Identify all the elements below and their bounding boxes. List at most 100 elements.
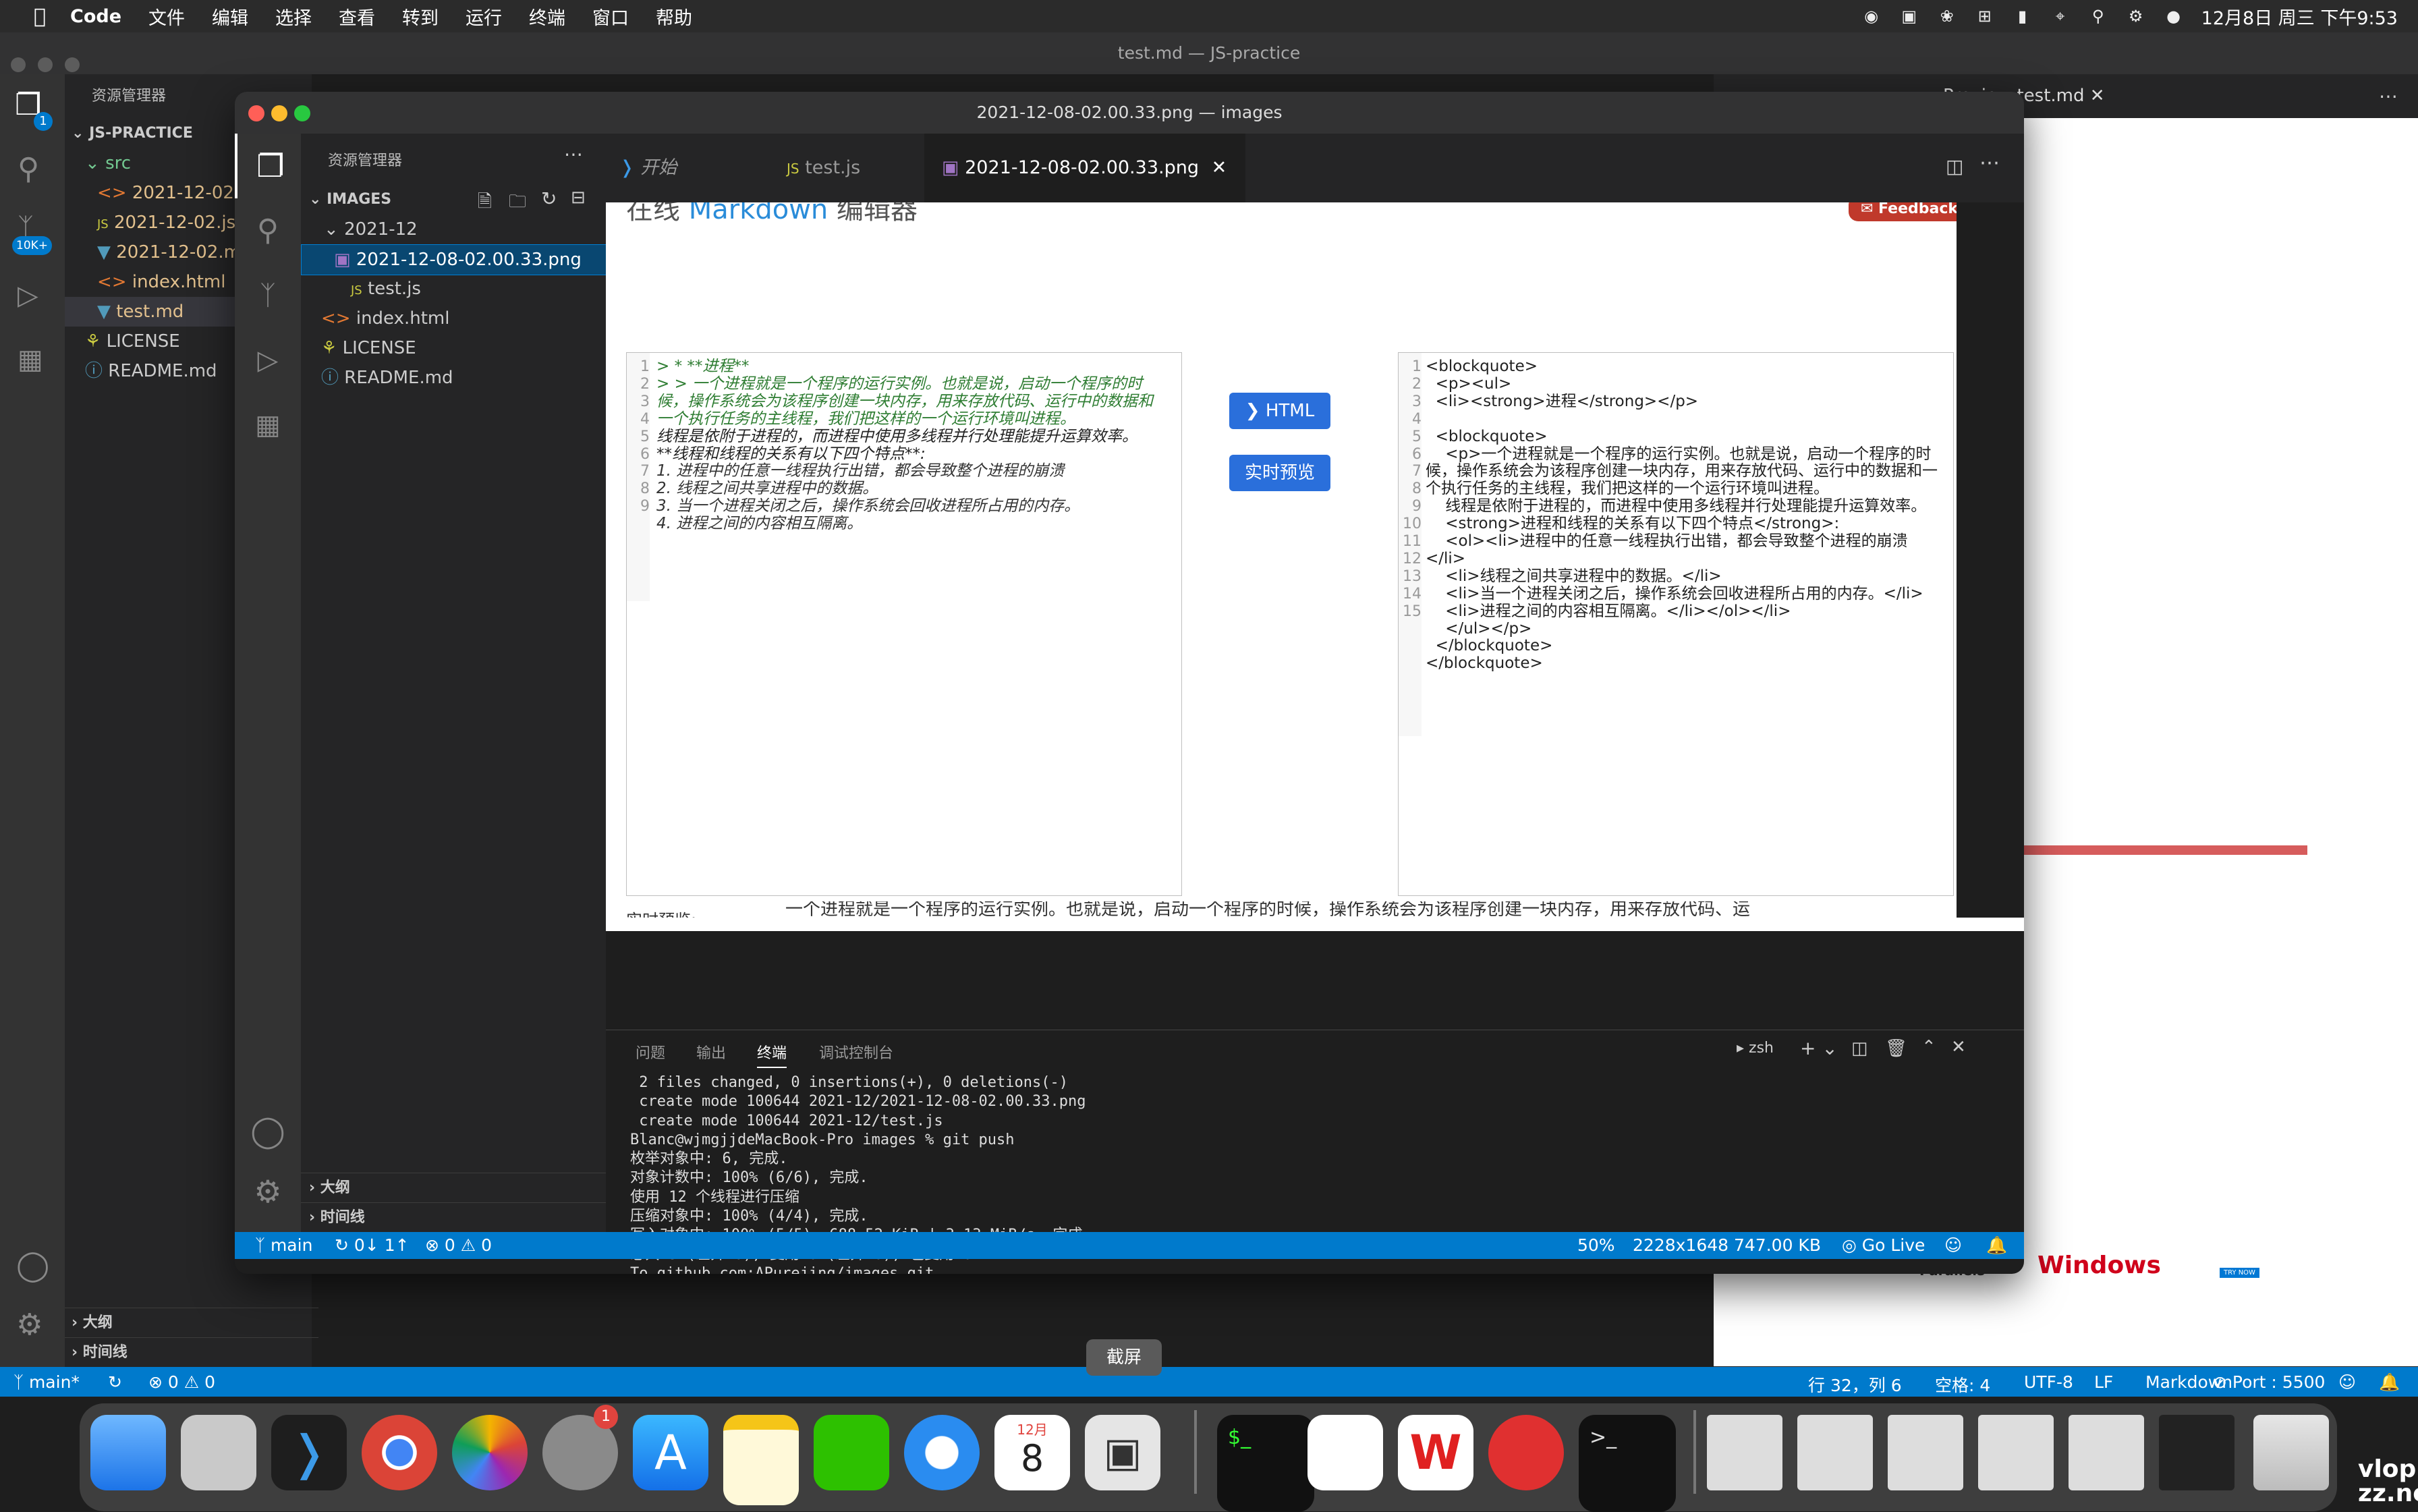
panel-tab-terminal[interactable]: 终端 [757,1041,787,1068]
account-icon[interactable]: ◯ [235,1098,301,1163]
netease-music-icon[interactable] [1488,1415,1564,1490]
screenshot-icon[interactable]: ▣ [1085,1415,1160,1490]
app-store-icon[interactable]: A [633,1415,708,1490]
wps-icon[interactable]: W [1398,1415,1473,1490]
bg-search-icon[interactable]: ⚲ [18,152,39,186]
status-bell-icon[interactable]: 🔔 [1986,1232,2007,1259]
wifi-icon[interactable]: ⌖ [2050,7,2071,26]
minimized-window-1[interactable] [1707,1415,1782,1490]
calendar-icon[interactable]: 12月 8 [994,1415,1070,1490]
bg-close-button[interactable] [11,57,26,72]
close-panel-icon[interactable]: ✕ [1951,1037,1966,1057]
bg-status-sync-icon[interactable]: ↻ [108,1372,122,1392]
tab-close-icon[interactable]: ✕ [1212,157,1227,178]
tab-test-js[interactable]: JS test.js [762,134,949,202]
status-sync[interactable]: ↻ 0↓ 1↑ [335,1232,410,1259]
editor-more-icon[interactable]: ⋯ [1979,151,2000,175]
status-branch[interactable]: ᛉ main [255,1232,312,1259]
bg-outline-section[interactable]: › 大纲 [65,1308,318,1338]
collapse-all-icon[interactable]: ⊟ [571,188,586,208]
menu-help[interactable]: 帮助 [656,3,692,30]
tab-png-active[interactable]: ▣ 2021-12-08-02.00.33.png ✕ [924,134,1245,202]
timeline-section[interactable]: › 时间线 [301,1202,614,1233]
menu-go[interactable]: 转到 [402,3,439,30]
bg-status-port[interactable]: ⊘ Port : 5500 [2213,1372,2325,1392]
baidu-netdisk-icon[interactable] [1308,1415,1383,1490]
terminal-icon[interactable]: >_ [1579,1415,1676,1512]
status-zoom[interactable]: 50% [1577,1232,1615,1259]
bg-tab-close-icon[interactable]: ✕ [2090,86,2105,106]
battery-icon[interactable]: ▮ [2013,7,2033,26]
explorer-more-icon[interactable]: ⋯ [564,143,583,165]
extensions-icon[interactable]: ▦ [235,393,301,457]
convert-html-button[interactable]: ❯ HTML [1229,393,1330,429]
menu-app-name[interactable]: Code [70,6,121,27]
minimized-window-2[interactable] [1797,1415,1873,1490]
bg-run-debug-icon[interactable]: ▷ [18,280,38,311]
bg-status-spaces[interactable]: 空格: 4 [1935,1372,1990,1397]
bg-manage-gear-icon[interactable]: ⚙ [16,1308,43,1342]
live-preview-button[interactable]: 实时预览 [1229,455,1330,491]
minimized-window-5[interactable] [2069,1415,2144,1490]
menubar-clock[interactable]: 12月8日 周三 下午9:53 [2201,3,2398,30]
panel-tab-problems[interactable]: 问题 [636,1041,665,1063]
trash-icon[interactable] [2253,1415,2329,1490]
status-go-live[interactable]: ◎ Go Live [1842,1232,1925,1259]
spotlight-search-icon[interactable]: ⚲ [2088,7,2108,26]
bg-ad-try-now[interactable]: TRY NOW [2220,1268,2259,1278]
explorer-icon[interactable]: ❐ [235,134,304,198]
launchpad-icon[interactable] [181,1415,256,1490]
new-terminal-icon[interactable]: + ⌄ [1800,1037,1838,1059]
file-png-selected[interactable]: ▣ 2021-12-08-02.00.33.png [301,244,640,275]
bg-status-encoding[interactable]: UTF-8 [2024,1372,2073,1392]
file-index-html[interactable]: <> index.html [301,304,626,333]
minimized-window-6[interactable] [2159,1415,2234,1490]
panel-tab-output[interactable]: 输出 [696,1041,726,1063]
battery-widget-icon[interactable]: ▣ [1899,7,1919,26]
clash-icon[interactable]: ❀ [1937,7,1957,26]
menu-view[interactable]: 查看 [339,3,375,30]
kill-terminal-icon[interactable]: 🗑 [1885,1038,1907,1059]
minimized-window-3[interactable] [1888,1415,1963,1490]
bg-status-feedback-icon[interactable]: ☺ [2338,1372,2356,1392]
file-license[interactable]: ⚘ LICENSE [301,333,626,363]
outline-section[interactable]: › 大纲 [301,1173,614,1203]
minimized-window-4[interactable] [1978,1415,2054,1490]
images-section-header[interactable]: ⌄ IMAGES [301,185,614,215]
bg-status-problems[interactable]: ⊗ 0 ⚠ 0 [148,1372,215,1392]
vscode-icon[interactable]: ❭ [271,1415,347,1490]
menu-selection[interactable]: 选择 [275,3,312,30]
safari-icon[interactable] [904,1415,980,1490]
run-debug-icon[interactable]: ▷ [235,328,301,393]
bg-extensions-icon[interactable]: ▦ [18,344,43,375]
bg-status-branch[interactable]: ᛉ main* [13,1372,80,1392]
iterm-icon[interactable]: $_ [1217,1415,1314,1512]
finder-icon[interactable] [90,1415,166,1490]
terminal-shell-selector[interactable]: ▸ zsh [1737,1040,1774,1057]
status-problems[interactable]: ⊗ 0 ⚠ 0 [425,1232,492,1259]
markdown-input[interactable]: 123456789 > * **进程** > > 一个进程就是一个程序的运行实例。… [626,352,1182,896]
manage-gear-icon[interactable]: ⚙ [235,1159,301,1224]
bg-status-position[interactable]: 行 32，列 6 [1808,1372,1902,1397]
bg-timeline-section[interactable]: › 时间线 [65,1337,318,1368]
menu-window[interactable]: 窗口 [592,3,629,30]
feedback-button[interactable]: ✉ Feedback [1849,202,1957,221]
menu-terminal[interactable]: 终端 [529,3,565,30]
bg-minimize-button[interactable] [38,57,53,72]
file-readme[interactable]: ⓘ README.md [301,363,626,393]
file-test-js[interactable]: JS test.js [301,274,656,304]
bg-status-eol[interactable]: LF [2094,1372,2113,1392]
source-control-icon[interactable]: ᛉ [235,263,301,328]
chrome-icon[interactable] [362,1415,437,1490]
status-feedback-icon[interactable]: ☺ [1944,1232,1962,1259]
split-terminal-icon[interactable]: ◫ [1851,1038,1868,1059]
zoom-button[interactable] [294,105,310,121]
photos-icon[interactable] [452,1415,528,1490]
close-button[interactable] [248,105,264,121]
html-output[interactable]: 1 2 3 4 5 6 7 8 9 10 11 12 13 14 15 <blockquote> <p><u… [1398,352,1954,896]
search-icon[interactable]: ⚲ [235,198,301,263]
folder-2021-12[interactable]: ⌄ 2021-12 [301,215,629,244]
bg-status-bell-icon[interactable]: 🔔 [2379,1372,2400,1393]
menu-edit[interactable]: 编辑 [212,3,248,30]
wechat-dock-icon[interactable] [814,1415,889,1490]
